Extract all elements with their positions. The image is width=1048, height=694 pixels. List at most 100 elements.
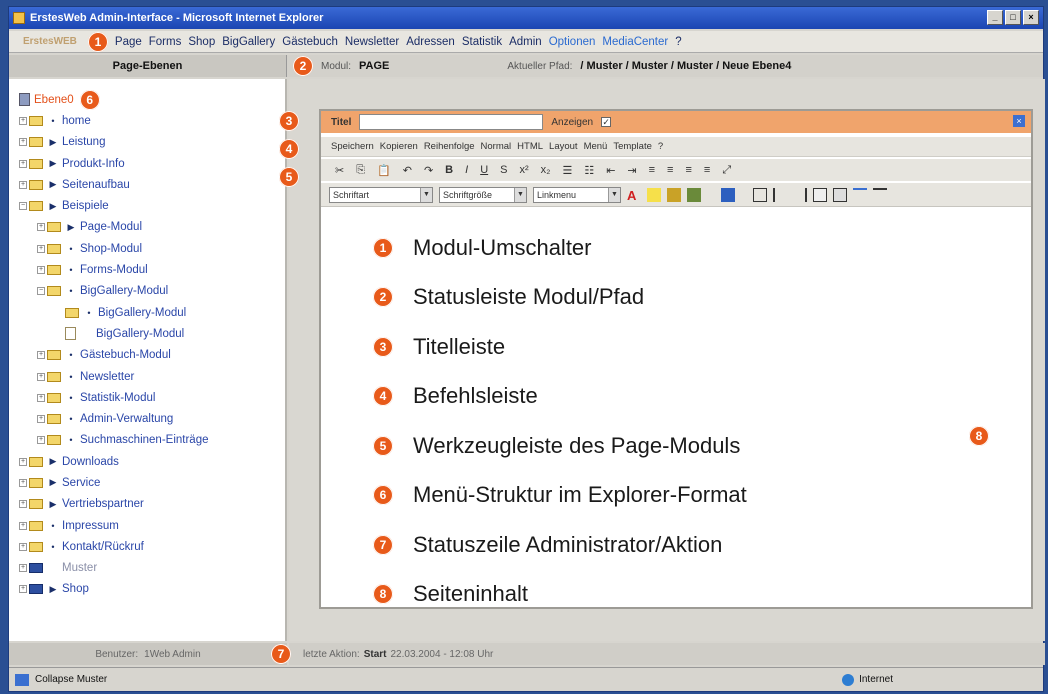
editor-close-icon[interactable]: × xyxy=(1013,115,1025,127)
align-top-icon[interactable] xyxy=(853,187,867,202)
strike-icon[interactable]: S xyxy=(500,164,507,176)
align-right-icon[interactable]: ≡ xyxy=(685,164,691,176)
tree-item[interactable]: + • Forms-Modul xyxy=(19,259,285,280)
tree-item[interactable]: + ▶ Seitenaufbau xyxy=(19,174,285,195)
table-icon[interactable] xyxy=(753,187,767,202)
expand-icon[interactable]: + xyxy=(19,500,27,509)
command-3[interactable]: Normal xyxy=(481,141,512,152)
tree-item[interactable]: + • Gästebuch-Modul xyxy=(19,345,285,366)
title-input[interactable] xyxy=(359,114,544,130)
menu-page[interactable]: Page xyxy=(115,36,142,48)
tree-item[interactable]: + ▶ Leistung xyxy=(19,132,285,153)
redo-icon[interactable]: ↷ xyxy=(424,164,433,177)
picture-icon[interactable] xyxy=(687,187,701,202)
tree-item[interactable]: + • Kontakt/Rückruf xyxy=(19,536,285,557)
indent-icon[interactable]: ⇥ xyxy=(627,164,636,177)
copy-icon[interactable]: ⎘ xyxy=(356,164,365,177)
close-button[interactable]: × xyxy=(1023,10,1039,25)
tree-root[interactable]: Ebene0 6 xyxy=(19,89,285,110)
superscript-icon[interactable]: x² xyxy=(519,164,528,176)
menu-forms[interactable]: Forms xyxy=(149,36,182,48)
command-0[interactable]: Speichern xyxy=(331,141,374,152)
tree-item[interactable]: + • Suchmaschinen-Einträge xyxy=(19,430,285,451)
tree-item[interactable]: + ▶ Page-Modul xyxy=(19,217,285,238)
menu-statistik[interactable]: Statistik xyxy=(462,36,502,48)
expand-icon[interactable]: + xyxy=(37,393,45,402)
tree-item[interactable]: + • Impressum xyxy=(19,515,285,536)
expand-icon[interactable]: + xyxy=(19,457,27,466)
tree-item[interactable]: • BigGallery-Modul xyxy=(19,302,285,323)
menu-gaestebuch[interactable]: Gästebuch xyxy=(282,36,338,48)
subscript-icon[interactable]: x₂ xyxy=(541,164,551,176)
command-8[interactable]: ? xyxy=(658,141,663,152)
expand-icon[interactable]: + xyxy=(19,585,27,594)
expand-icon[interactable]: + xyxy=(37,436,45,445)
italic-icon[interactable]: I xyxy=(465,164,468,176)
expand-icon[interactable]: + xyxy=(37,351,45,360)
image-icon[interactable] xyxy=(667,187,681,202)
menu-adressen[interactable]: Adressen xyxy=(406,36,455,48)
bold-icon[interactable]: B xyxy=(445,164,453,176)
expand-icon[interactable]: + xyxy=(19,521,27,530)
expand-icon[interactable]: + xyxy=(37,415,45,424)
expand-icon[interactable]: + xyxy=(19,542,27,551)
paste-icon[interactable]: 📋 xyxy=(377,164,391,177)
tree-item[interactable]: − • BigGallery-Modul xyxy=(19,281,285,302)
justify-icon[interactable]: ≡ xyxy=(704,164,710,176)
expand-icon[interactable]: + xyxy=(19,116,27,125)
insert-row-icon[interactable] xyxy=(813,187,827,202)
highlight-icon[interactable] xyxy=(647,187,661,202)
command-7[interactable]: Template xyxy=(613,141,652,152)
tree-item[interactable]: + • Statistik-Modul xyxy=(19,387,285,408)
unordered-list-icon[interactable]: ☷ xyxy=(584,164,594,177)
tree-item[interactable]: + • home xyxy=(19,110,285,131)
tree-item[interactable]: + Muster xyxy=(19,558,285,579)
align-bottom-icon[interactable] xyxy=(873,187,887,202)
merge-cell-icon[interactable] xyxy=(793,187,807,202)
expand-icon[interactable]: + xyxy=(37,244,45,253)
tree-item[interactable]: − ▶ Beispiele xyxy=(19,195,285,216)
insert-col-icon[interactable] xyxy=(833,187,847,202)
tree-item[interactable]: + • Shop-Modul xyxy=(19,238,285,259)
align-center-icon[interactable]: ≡ xyxy=(667,164,673,176)
command-5[interactable]: Layout xyxy=(549,141,578,152)
menu-shop[interactable]: Shop xyxy=(188,36,215,48)
command-6[interactable]: Menü xyxy=(584,141,608,152)
split-cell-icon[interactable] xyxy=(773,187,787,202)
link-select[interactable]: Linkmenu ▼ xyxy=(533,186,621,203)
menu-admin[interactable]: Admin xyxy=(509,36,542,48)
underline-icon[interactable]: U xyxy=(480,164,488,176)
tree-item[interactable]: + ▶ Vertriebspartner xyxy=(19,494,285,515)
show-checkbox[interactable]: ✓ xyxy=(601,117,612,127)
menu-mediacenter[interactable]: MediaCenter xyxy=(602,36,668,48)
tree-item[interactable]: + • Admin-Verwaltung xyxy=(19,408,285,429)
collapse-icon[interactable]: − xyxy=(37,287,45,296)
collapse-icon[interactable]: − xyxy=(19,202,27,211)
outdent-icon[interactable]: ⇤ xyxy=(606,164,615,177)
tree-item[interactable]: BigGallery-Modul xyxy=(19,323,285,344)
expand-icon[interactable]: + xyxy=(19,478,27,487)
command-4[interactable]: HTML xyxy=(517,141,543,152)
expand-icon[interactable]: + xyxy=(19,138,27,147)
expand-icon[interactable]: + xyxy=(19,159,27,168)
expand-icon[interactable]: + xyxy=(37,266,45,275)
menu-biggallery[interactable]: BigGallery xyxy=(222,36,275,48)
align-left-icon[interactable]: ≡ xyxy=(649,164,655,176)
maximize-button[interactable]: □ xyxy=(1005,10,1021,25)
fullscreen-icon[interactable]: ⤢ xyxy=(722,164,731,177)
expand-icon[interactable]: + xyxy=(19,180,27,189)
tree-item[interactable]: + ▶ Produkt-Info xyxy=(19,153,285,174)
ordered-list-icon[interactable]: ☰ xyxy=(562,164,572,177)
minimize-button[interactable]: _ xyxy=(987,10,1003,25)
font-select[interactable]: Schriftart ▼ xyxy=(329,186,433,203)
menu-optionen[interactable]: Optionen xyxy=(549,36,596,48)
cut-icon[interactable]: ✂ xyxy=(335,164,344,177)
tree-item[interactable]: + • Newsletter xyxy=(19,366,285,387)
tree-item[interactable]: + ▶ Shop xyxy=(19,579,285,600)
menu-newsletter[interactable]: Newsletter xyxy=(345,36,399,48)
command-1[interactable]: Kopieren xyxy=(380,141,418,152)
font-color-icon[interactable]: A xyxy=(627,188,641,203)
tree-item[interactable]: + ▶ Downloads xyxy=(19,451,285,472)
menu-help[interactable]: ? xyxy=(675,36,681,48)
command-2[interactable]: Reihenfolge xyxy=(424,141,475,152)
